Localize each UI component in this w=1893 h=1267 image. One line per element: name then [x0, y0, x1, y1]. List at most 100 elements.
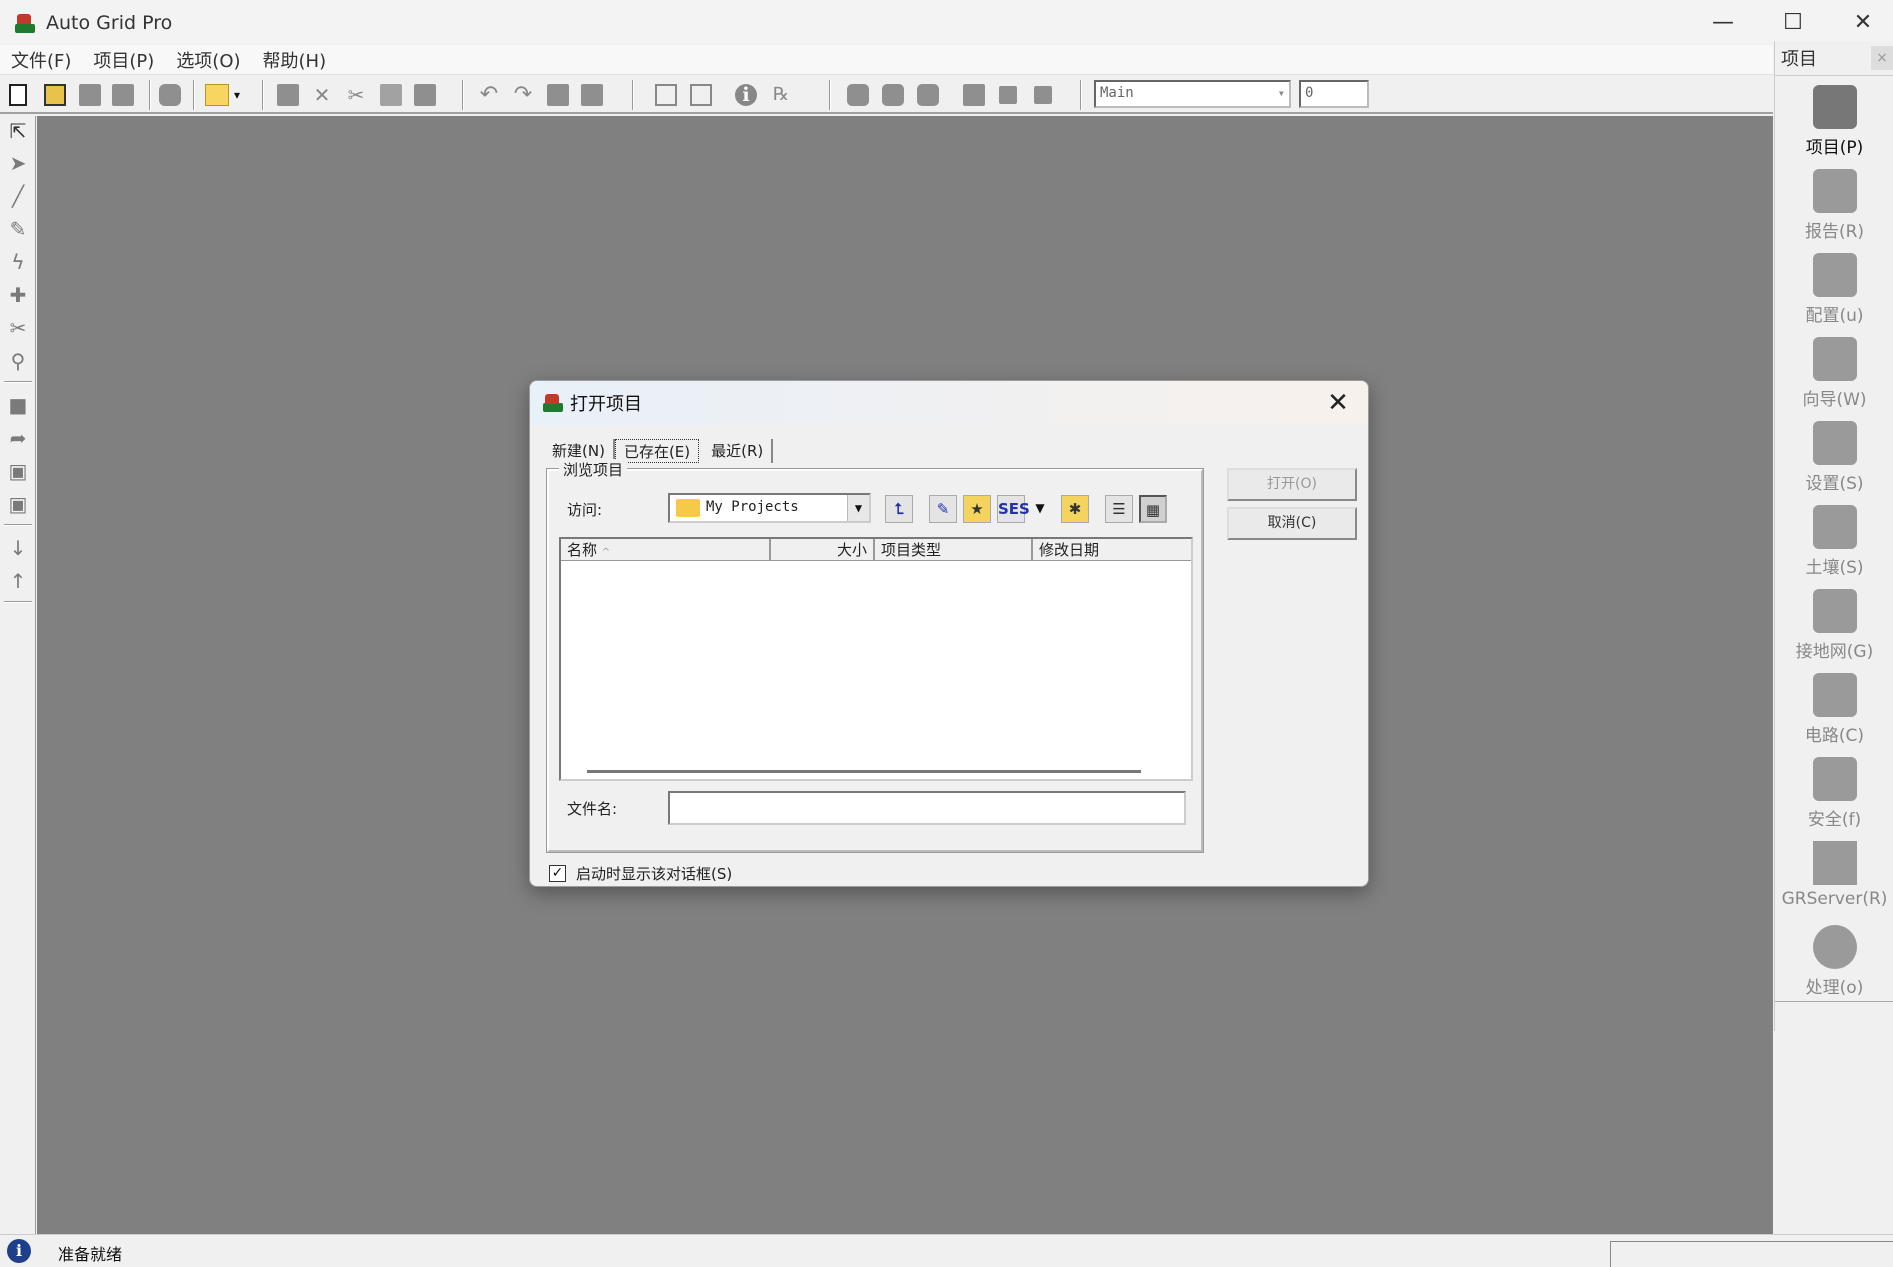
- menu-options[interactable]: 选项(O): [165, 47, 251, 73]
- zoom-fit-icon[interactable]: [547, 84, 569, 106]
- nav-label: 处理(o): [1805, 978, 1864, 998]
- view-combo[interactable]: Main ▾: [1094, 80, 1291, 108]
- chevron-down-icon[interactable]: ▾: [1278, 82, 1285, 104]
- chevron-down-icon[interactable]: ▼: [847, 495, 869, 521]
- align-tool-icon[interactable]: [690, 84, 712, 106]
- dialog-close-button[interactable]: ✕: [1322, 387, 1354, 419]
- nav-settings[interactable]: 设置(S): [1775, 415, 1893, 499]
- nav-project[interactable]: 项目(P): [1775, 79, 1893, 163]
- tool-2-icon[interactable]: [882, 84, 904, 106]
- line-tool-icon[interactable]: ╱: [7, 185, 29, 207]
- open-project-icon[interactable]: [205, 84, 229, 106]
- nav-safety[interactable]: 安全(f): [1775, 751, 1893, 835]
- column-type[interactable]: 项目类型: [875, 539, 1033, 560]
- print-icon[interactable]: [159, 84, 181, 106]
- tab-existing[interactable]: 已存在(E): [614, 439, 700, 463]
- column-modified[interactable]: 修改日期: [1033, 539, 1191, 560]
- nav-wizard[interactable]: 向导(W): [1775, 331, 1893, 415]
- zoom-area-icon[interactable]: [581, 84, 603, 106]
- maximize-button[interactable]: ☐: [1758, 0, 1828, 45]
- project-panel-header: 项目 ×: [1775, 41, 1893, 76]
- tool-3-icon[interactable]: [917, 84, 939, 106]
- show-on-startup-checkbox[interactable]: ✓: [549, 865, 566, 882]
- tool-5-icon[interactable]: [999, 86, 1017, 104]
- nav-label: 配置(u): [1805, 306, 1864, 326]
- info-icon: i: [7, 1239, 31, 1263]
- column-size[interactable]: 大小: [771, 539, 875, 560]
- list-view-icon[interactable]: ☰: [1105, 495, 1133, 523]
- undo-icon[interactable]: ↶: [478, 84, 500, 106]
- toolbar-separator: [462, 80, 464, 110]
- close-window-button[interactable]: ✕: [1828, 0, 1893, 45]
- browse-project-group: 浏览项目 访问: My Projects ▼ ⮤ ✎ ★ SES ▼ ✱ ☰ ▦…: [546, 459, 1204, 853]
- toolbar-separator: [4, 524, 32, 526]
- nav-grserver[interactable]: GRServer(R): [1775, 835, 1893, 919]
- rx-icon[interactable]: ℞: [770, 84, 792, 106]
- nav-soil[interactable]: 土壤(S): [1775, 499, 1893, 583]
- tool-4-icon[interactable]: [963, 84, 985, 106]
- number-field[interactable]: 0: [1299, 80, 1369, 108]
- dialog-title: 打开项目: [570, 394, 642, 415]
- copy-icon[interactable]: [380, 84, 402, 106]
- open-folder-icon[interactable]: [44, 84, 66, 106]
- tool-1-icon[interactable]: [847, 84, 869, 106]
- lightning-icon[interactable]: ϟ: [7, 251, 29, 273]
- horizontal-scrollbar[interactable]: [587, 770, 1141, 773]
- open-button[interactable]: 打开(O): [1227, 468, 1357, 501]
- up-folder-button[interactable]: ⮤: [885, 495, 913, 523]
- lookin-combo[interactable]: My Projects ▼: [668, 493, 871, 523]
- cancel-button[interactable]: 取消(C): [1227, 507, 1357, 540]
- project-list[interactable]: 名称 ^ 大小 项目类型 修改日期: [559, 537, 1193, 781]
- paste-icon[interactable]: [414, 84, 436, 106]
- menu-project[interactable]: 项目(P): [82, 47, 165, 73]
- delete-item-icon[interactable]: [277, 84, 299, 106]
- tool-6-icon[interactable]: [1034, 86, 1052, 104]
- save-all-icon[interactable]: [112, 84, 134, 106]
- lookin-value: My Projects: [706, 499, 799, 515]
- toolbar-separator: [4, 381, 32, 383]
- add-icon[interactable]: ✚: [7, 284, 29, 306]
- info-icon[interactable]: i: [735, 84, 757, 106]
- rectangle-tool-icon[interactable]: ■: [7, 394, 29, 416]
- folder-icon: [676, 499, 700, 517]
- fit-frame-icon[interactable]: ▣: [7, 460, 29, 482]
- pointer-icon[interactable]: ⇱: [7, 120, 29, 142]
- fit-frame-2-icon[interactable]: ▣: [7, 493, 29, 515]
- move-tool-icon[interactable]: ➦: [7, 427, 29, 449]
- zoom-icon[interactable]: ⚲: [7, 350, 29, 372]
- minimize-button[interactable]: —: [1688, 0, 1758, 45]
- group-label: 浏览项目: [559, 459, 628, 480]
- column-name[interactable]: 名称 ^: [561, 539, 771, 560]
- filename-input[interactable]: [668, 791, 1186, 825]
- save-icon[interactable]: [79, 84, 101, 106]
- nav-report[interactable]: 报告(R): [1775, 163, 1893, 247]
- select-tool-icon[interactable]: [655, 84, 677, 106]
- tab-recent[interactable]: 最近(R): [703, 439, 774, 463]
- brush-icon[interactable]: ✎: [7, 218, 29, 240]
- new-file-icon[interactable]: [9, 84, 27, 106]
- chevron-down-icon[interactable]: ▼: [1029, 495, 1051, 523]
- move-up-icon[interactable]: ↑: [7, 570, 29, 592]
- scissors-icon[interactable]: ✂: [7, 317, 29, 339]
- menu-help[interactable]: 帮助(H): [252, 47, 338, 73]
- details-view-icon[interactable]: ▦: [1139, 495, 1167, 523]
- menu-file[interactable]: 文件(F): [0, 47, 82, 73]
- select-arrow-icon[interactable]: ➤: [7, 152, 29, 174]
- panel-close-icon[interactable]: ×: [1871, 46, 1893, 70]
- nav-grounding-grid[interactable]: 接地网(G): [1775, 583, 1893, 667]
- edit-project-button[interactable]: ✎: [929, 495, 957, 523]
- folder-action-button[interactable]: ✱: [1061, 495, 1089, 523]
- new-folder-button[interactable]: ★: [963, 495, 991, 523]
- nav-process[interactable]: 处理(o): [1775, 919, 1893, 1003]
- menu-bar: 文件(F) 项目(P) 选项(O) 帮助(H): [0, 45, 1773, 75]
- move-down-icon[interactable]: ↓: [7, 537, 29, 559]
- nav-config[interactable]: 配置(u): [1775, 247, 1893, 331]
- redo-icon[interactable]: ↷: [512, 84, 534, 106]
- dropdown-arrow-icon[interactable]: ▾: [234, 84, 246, 106]
- delete-icon[interactable]: ✕: [311, 84, 333, 106]
- show-on-startup-option[interactable]: ✓ 启动时显示该对话框(S): [549, 863, 732, 884]
- cut-icon[interactable]: ✂: [345, 84, 367, 106]
- ses-button[interactable]: SES: [997, 495, 1030, 523]
- nav-circuit[interactable]: 电路(C): [1775, 667, 1893, 751]
- nav-label: 安全(f): [1807, 810, 1862, 830]
